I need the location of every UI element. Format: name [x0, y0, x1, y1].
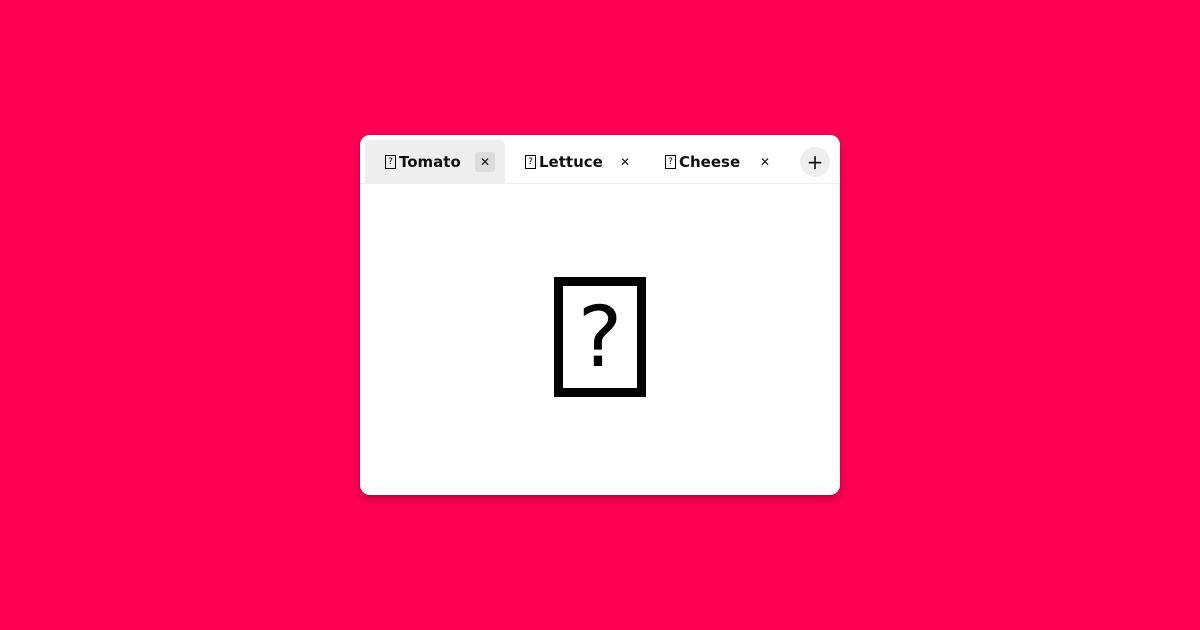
tab-content: ?: [360, 184, 840, 495]
tab-tomato[interactable]: ? Tomato ✕: [365, 140, 505, 184]
missing-glyph-icon: ?: [525, 155, 536, 169]
tab-bar: ? Tomato ✕ ? Lettuce ✕ ? Cheese ✕ +: [360, 135, 840, 184]
tabs-window: ? Tomato ✕ ? Lettuce ✕ ? Cheese ✕ + ?: [360, 135, 840, 495]
content-glyph: ?: [577, 287, 623, 386]
missing-glyph-icon: ?: [665, 155, 676, 169]
missing-glyph-icon: ?: [385, 155, 396, 169]
close-icon[interactable]: ✕: [615, 152, 635, 172]
missing-glyph-icon: ?: [554, 276, 646, 397]
tab-label: Cheese: [679, 153, 741, 171]
tab-label: Lettuce: [539, 153, 603, 171]
tab-label: Tomato: [399, 153, 461, 171]
close-icon[interactable]: ✕: [475, 152, 495, 172]
add-tab-button[interactable]: +: [800, 147, 830, 177]
close-icon[interactable]: ✕: [755, 152, 775, 172]
tab-lettuce[interactable]: ? Lettuce ✕: [505, 140, 645, 184]
tab-cheese[interactable]: ? Cheese ✕: [645, 140, 785, 184]
